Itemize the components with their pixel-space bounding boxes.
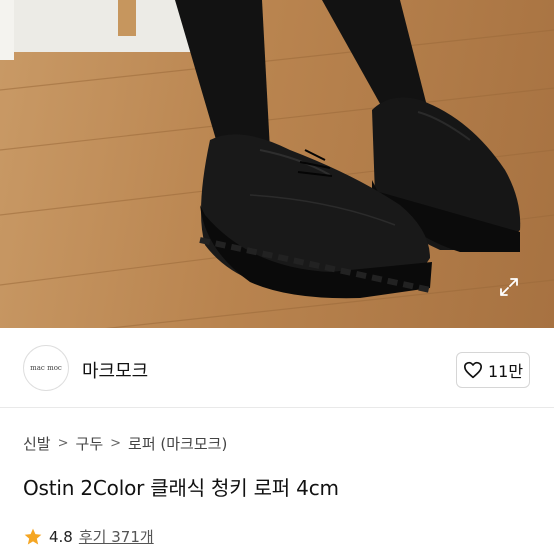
expand-icon	[500, 278, 518, 296]
like-count: 11만	[487, 362, 524, 381]
breadcrumb-item-1[interactable]: 신발	[23, 433, 51, 454]
product-image[interactable]	[0, 0, 554, 328]
like-button[interactable]: 11만	[456, 352, 530, 388]
breadcrumb-item-2[interactable]: 구두	[76, 433, 104, 454]
heart-icon	[463, 361, 482, 379]
rating-row: 4.8 후기 371개	[23, 526, 154, 547]
product-title: Ostin 2Color 클래식 청키 로퍼 4cm	[23, 476, 339, 500]
shop-row: mac moc 마크모크 11만	[0, 330, 554, 408]
breadcrumb-item-3[interactable]: 로퍼 (마크모크)	[128, 433, 227, 454]
breadcrumb: 신발 > 구두 > 로퍼 (마크모크)	[23, 433, 227, 454]
chevron-right-icon: >	[57, 436, 69, 451]
expand-image-button[interactable]	[498, 276, 532, 310]
rating-score: 4.8	[49, 527, 73, 546]
star-icon	[24, 528, 42, 544]
shop-logo-text: mac moc	[30, 364, 62, 372]
product-photo	[0, 0, 554, 328]
chevron-right-icon: >	[110, 436, 122, 451]
shop-logo[interactable]: mac moc	[23, 345, 69, 391]
shop-name[interactable]: 마크모크	[82, 357, 148, 383]
reviews-link[interactable]: 후기 371개	[79, 526, 154, 547]
